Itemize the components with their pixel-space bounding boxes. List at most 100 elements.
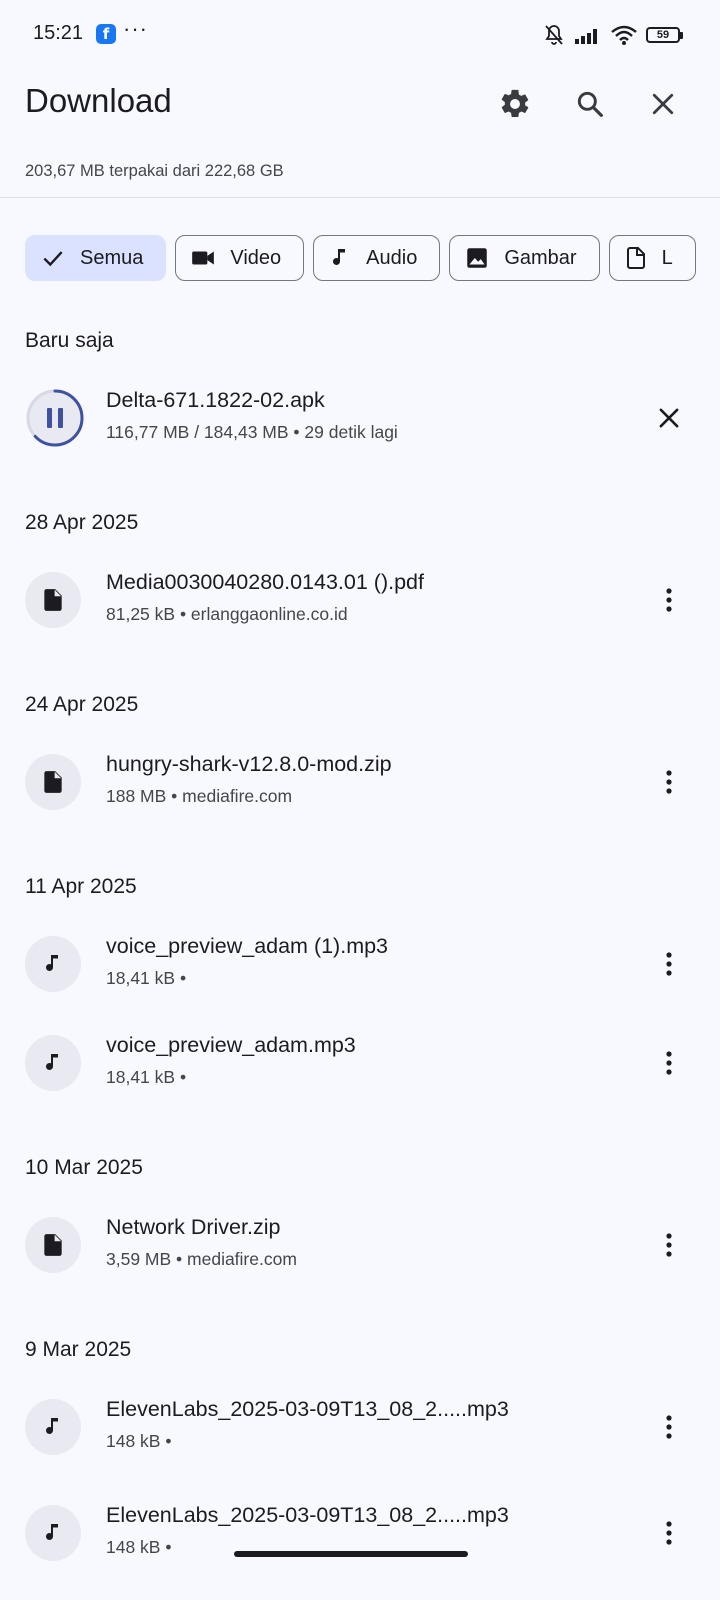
image-icon — [467, 248, 488, 268]
filter-chip-gambar[interactable]: Gambar — [449, 235, 600, 281]
download-progress-pause-icon[interactable] — [25, 388, 85, 448]
facebook-notification-icon: f — [96, 24, 116, 44]
file-detail: 18,41 kB • — [106, 1067, 187, 1087]
section-header: Baru saja — [25, 329, 114, 352]
list-item[interactable]: Network Driver.zip 3,59 MB • mediafire.c… — [0, 1199, 720, 1291]
section-header: 28 Apr 2025 — [25, 511, 139, 534]
gear-icon — [501, 89, 529, 118]
wifi-icon — [611, 25, 637, 45]
more-vert-icon — [666, 1415, 672, 1439]
section-header: 11 Apr 2025 — [25, 875, 137, 898]
more-options-button[interactable] — [645, 1403, 693, 1451]
more-vert-icon — [666, 770, 672, 794]
file-name: Network Driver.zip — [106, 1215, 281, 1239]
file-type-badge — [25, 572, 81, 628]
file-detail: 188 MB • mediafire.com — [106, 786, 293, 806]
file-name: ElevenLabs_2025-03-09T13_08_2.....mp3 — [106, 1397, 509, 1421]
file-detail: 81,25 kB • erlanggaonline.co.id — [106, 604, 348, 624]
document-icon — [44, 1234, 62, 1256]
list-item[interactable]: Media0030040280.0143.01 ().pdf 81,25 kB … — [0, 554, 720, 646]
cancel-download-button[interactable] — [645, 394, 693, 442]
battery-level: 59 — [656, 29, 670, 41]
settings-button[interactable] — [491, 80, 539, 128]
battery-icon: 59 — [646, 27, 683, 43]
file-name: voice_preview_adam.mp3 — [106, 1033, 356, 1057]
file-type-badge — [25, 754, 81, 810]
status-icons: 59 — [542, 22, 683, 48]
status-time: 15:21 — [33, 22, 84, 44]
section-header: 10 Mar 2025 — [25, 1156, 143, 1179]
search-button[interactable] — [566, 80, 614, 128]
music-note-icon — [333, 249, 346, 265]
more-notifications-indicator: ··· — [123, 16, 148, 41]
music-note-icon — [46, 1054, 58, 1070]
facebook-letter: f — [102, 25, 110, 43]
filter-chip-dokumen[interactable]: L — [608, 235, 696, 281]
more-options-button[interactable] — [645, 1221, 693, 1269]
more-options-button[interactable] — [645, 940, 693, 988]
filter-chip-video[interactable]: Video — [175, 235, 305, 281]
file-detail: 148 kB • — [106, 1431, 172, 1451]
file-name: Delta-671.1822-02.apk — [106, 388, 325, 412]
file-type-badge — [25, 1505, 81, 1561]
more-options-button[interactable] — [645, 576, 693, 624]
filter-chips: Semua Video Audio Gambar L — [25, 235, 696, 281]
section-header: 9 Mar 2025 — [25, 1338, 132, 1361]
filter-chip-audio[interactable]: Audio — [313, 235, 441, 281]
filter-chip-semua[interactable]: Semua — [25, 235, 167, 281]
filter-chip-label: L — [661, 246, 673, 269]
music-note-icon — [46, 1418, 58, 1434]
more-options-button[interactable] — [645, 1039, 693, 1087]
list-item[interactable]: voice_preview_adam.mp3 18,41 kB • — [0, 1017, 720, 1109]
more-vert-icon — [666, 1233, 672, 1257]
list-item[interactable]: Delta-671.1822-02.apk 116,77 MB / 184,43… — [0, 372, 720, 464]
file-name: hungry-shark-v12.8.0-mod.zip — [106, 752, 392, 776]
status-bar: 15:21 f ··· 59 — [0, 0, 720, 70]
file-detail: 116,77 MB / 184,43 MB • 29 detik lagi — [106, 422, 398, 442]
more-vert-icon — [666, 588, 672, 612]
list-item[interactable]: ElevenLabs_2025-03-09T13_08_2.....mp3 14… — [0, 1487, 720, 1579]
close-icon — [652, 93, 674, 115]
download-list: Baru saja Delta-671.1822-02.apk 116,77 M… — [0, 310, 720, 1579]
page-title: Download — [25, 82, 172, 119]
header-divider — [0, 197, 720, 198]
section-header: 24 Apr 2025 — [25, 693, 139, 716]
filter-chip-label: Gambar — [504, 246, 577, 269]
file-name: voice_preview_adam (1).mp3 — [106, 934, 389, 958]
document-icon — [44, 589, 62, 611]
list-item[interactable]: voice_preview_adam (1).mp3 18,41 kB • — [0, 918, 720, 1010]
file-detail: 148 kB • — [106, 1537, 172, 1557]
filter-chip-label: Video — [230, 246, 282, 269]
file-type-badge — [25, 1217, 81, 1273]
close-button[interactable] — [639, 80, 687, 128]
file-detail: 3,59 MB • mediafire.com — [106, 1249, 297, 1269]
check-icon — [43, 251, 63, 267]
more-vert-icon — [666, 1521, 672, 1545]
music-note-icon — [46, 955, 58, 971]
more-options-button[interactable] — [645, 758, 693, 806]
music-note-icon — [46, 1524, 58, 1540]
bell-off-icon — [545, 25, 563, 45]
file-name: ElevenLabs_2025-03-09T13_08_2.....mp3 — [106, 1503, 509, 1527]
document-icon — [626, 247, 645, 269]
filter-chip-label: Audio — [366, 246, 418, 269]
file-type-badge — [25, 1035, 81, 1091]
gesture-nav-handle[interactable] — [234, 1551, 468, 1557]
search-icon — [577, 91, 603, 117]
more-options-button[interactable] — [645, 1509, 693, 1557]
more-vert-icon — [666, 952, 672, 976]
file-detail: 18,41 kB • — [106, 968, 187, 988]
document-icon — [44, 771, 62, 793]
storage-usage: 203,67 MB terpakai dari 222,68 GB — [25, 162, 284, 180]
filter-chip-label: Semua — [80, 246, 144, 269]
file-type-badge — [25, 936, 81, 992]
more-vert-icon — [666, 1051, 672, 1075]
file-type-badge — [25, 1399, 81, 1455]
list-item[interactable]: hungry-shark-v12.8.0-mod.zip 188 MB • me… — [0, 736, 720, 828]
list-item[interactable]: ElevenLabs_2025-03-09T13_08_2.....mp3 14… — [0, 1381, 720, 1473]
